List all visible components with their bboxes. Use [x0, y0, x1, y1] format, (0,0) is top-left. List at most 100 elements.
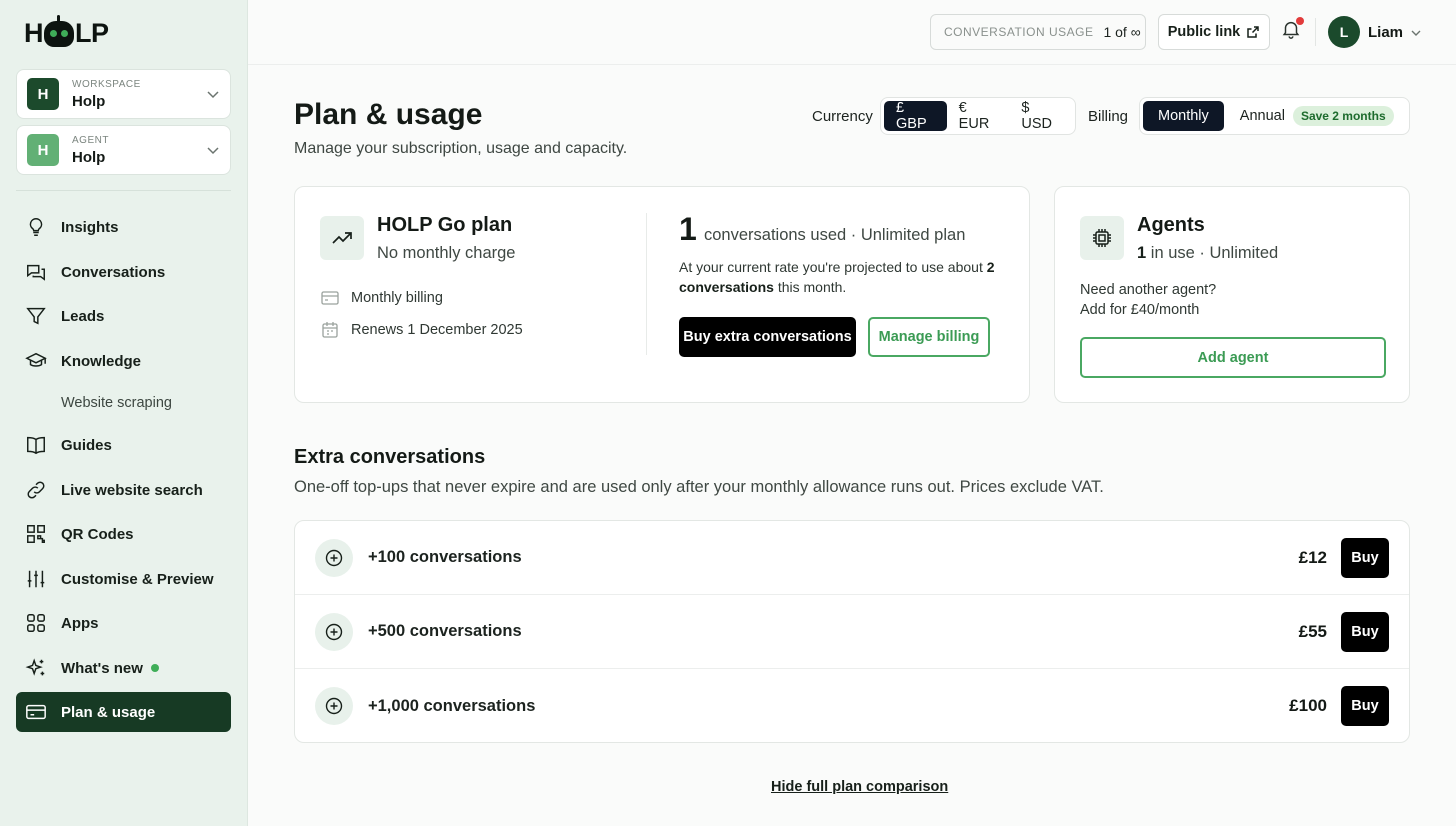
- sidebar-item-conversations[interactable]: Conversations: [16, 252, 231, 292]
- save-badge: Save 2 months: [1292, 106, 1394, 126]
- need-another-agent: Need another agent?: [1080, 282, 1217, 298]
- qr-code-icon: [27, 525, 45, 543]
- chevron-down-icon: [207, 91, 219, 99]
- billing-option-monthly[interactable]: Monthly: [1143, 101, 1224, 131]
- usage-projection: At your current rate you're projected to…: [679, 259, 995, 295]
- sidebar-item-apps[interactable]: Apps: [16, 603, 231, 643]
- buy-button[interactable]: Buy: [1341, 686, 1389, 726]
- list-item: +100 conversations £12 Buy: [295, 521, 1409, 595]
- topbar-divider: [1315, 18, 1316, 46]
- user-name[interactable]: Liam: [1368, 24, 1403, 41]
- sidebar-item-qr-codes[interactable]: QR Codes: [16, 514, 231, 554]
- add-agent-button[interactable]: Add agent: [1080, 337, 1386, 378]
- extra-conversations-title: Extra conversations: [294, 446, 486, 468]
- agents-count: 1: [1137, 244, 1147, 262]
- currency-toggle: £ GBP € EUR $ USD: [880, 97, 1076, 135]
- sidebar-item-label: What's new: [61, 659, 143, 677]
- graduation-cap-icon: [25, 352, 47, 367]
- agent-caption: AGENT: [72, 134, 109, 146]
- sidebar-item-website-scraping[interactable]: Website scraping: [16, 383, 231, 423]
- chat-bubbles-icon: [27, 264, 45, 281]
- chip-icon: [1093, 229, 1111, 247]
- card-divider: [646, 213, 647, 355]
- list-item: +1,000 conversations £100 Buy: [295, 669, 1409, 742]
- lightbulb-icon: [29, 218, 43, 236]
- credit-card-icon: [321, 291, 339, 305]
- billing-option-annual[interactable]: Annual Save 2 months: [1224, 101, 1394, 131]
- agent-selector[interactable]: H AGENT Holp: [16, 125, 231, 175]
- sparkles-icon: [25, 658, 45, 676]
- sidebar-item-live-website-search[interactable]: Live website search: [16, 470, 231, 510]
- plan-title: HOLP Go plan: [377, 214, 513, 236]
- notifications-button[interactable]: [1280, 17, 1304, 42]
- funnel-icon: [26, 307, 46, 325]
- sidebar-item-plan-usage[interactable]: Plan & usage: [16, 692, 231, 732]
- currency-option-gbp[interactable]: £ GBP: [884, 100, 947, 132]
- sidebar-item-knowledge[interactable]: Knowledge: [16, 341, 231, 381]
- pack-price: £55: [1298, 621, 1327, 641]
- usage-value: 1 of ∞: [1103, 24, 1141, 40]
- renewal-row: Renews 1 December 2025: [320, 320, 523, 340]
- currency-option-usd[interactable]: $ USD: [1009, 100, 1072, 132]
- external-link-icon: [1247, 26, 1259, 38]
- sidebar-item-leads[interactable]: Leads: [16, 296, 231, 336]
- holp-logo[interactable]: H LP: [24, 14, 109, 49]
- sidebar-item-whats-new[interactable]: What's new: [16, 648, 231, 688]
- agents-status: 1 in use · Unlimited: [1137, 244, 1279, 262]
- workspace-selector[interactable]: H WORKSPACE Holp: [16, 69, 231, 119]
- pack-name: +1,000 conversations: [368, 696, 536, 715]
- add-agent-price: Add for £40/month: [1080, 302, 1200, 318]
- agent-avatar: H: [27, 134, 59, 166]
- workspace-avatar: H: [27, 78, 59, 110]
- sidebar-item-guides[interactable]: Guides: [16, 425, 231, 465]
- billing-cycle-row: Monthly billing: [320, 288, 443, 308]
- extra-conversations-subtitle: One-off top-ups that never expire and ar…: [294, 478, 1104, 496]
- list-item: +500 conversations £55 Buy: [295, 595, 1409, 669]
- notification-badge: [1296, 17, 1304, 25]
- sidebar-item-label: Plan & usage: [61, 703, 156, 721]
- conversation-usage-chip[interactable]: CONVERSATION USAGE 1 of ∞: [930, 14, 1146, 50]
- page-title: Plan & usage: [294, 98, 483, 131]
- sidebar-item-label: Leads: [61, 307, 105, 325]
- hide-plan-comparison-link[interactable]: Hide full plan comparison: [771, 779, 948, 795]
- billing-toggle: Monthly Annual Save 2 months: [1139, 97, 1410, 135]
- annual-label: Annual: [1239, 108, 1285, 124]
- currency-option-eur[interactable]: € EUR: [947, 100, 1010, 132]
- buy-button[interactable]: Buy: [1341, 537, 1389, 578]
- sidebar-item-label: Live website search: [61, 481, 203, 499]
- sidebar-item-label: QR Codes: [61, 525, 134, 543]
- plus-circle-icon: [315, 687, 353, 725]
- sidebar-item-label: Customise & Preview: [61, 570, 214, 588]
- sliders-icon: [27, 570, 45, 588]
- buy-button[interactable]: Buy: [1341, 611, 1389, 652]
- logo-text-right: LP: [75, 18, 109, 48]
- sidebar-item-label: Website scraping: [61, 395, 172, 411]
- calendar-icon: [322, 322, 338, 338]
- sidebar-item-label: Conversations: [61, 263, 166, 281]
- book-icon: [27, 436, 45, 455]
- logo-text-left: H: [24, 18, 44, 48]
- workspace-caption: WORKSPACE: [72, 78, 141, 90]
- plus-circle-icon: [315, 612, 353, 651]
- credit-card-icon: [26, 704, 46, 720]
- pack-price: £12: [1298, 547, 1327, 567]
- billing-label: Billing: [1088, 108, 1129, 125]
- sidebar-item-customise-preview[interactable]: Customise & Preview: [16, 559, 231, 599]
- sidebar-item-label: Insights: [61, 218, 119, 236]
- currency-label: Currency: [812, 108, 873, 125]
- sidebar-divider: [16, 190, 231, 191]
- sidebar-item-insights[interactable]: Insights: [16, 207, 231, 247]
- billing-cycle: Monthly billing: [351, 290, 443, 306]
- top-bar: CONVERSATION USAGE 1 of ∞ Public link L …: [248, 0, 1456, 65]
- user-avatar[interactable]: L: [1328, 16, 1360, 48]
- logo-robot-icon: [44, 14, 74, 47]
- chevron-down-icon[interactable]: [1410, 27, 1422, 39]
- buy-extra-conversations-button[interactable]: Buy extra conversations: [679, 317, 856, 357]
- usage-label: CONVERSATION USAGE: [944, 25, 1094, 39]
- workspace-name: Holp: [72, 92, 106, 110]
- plan-subtitle: No monthly charge: [377, 244, 516, 262]
- public-link-button[interactable]: Public link: [1158, 14, 1270, 50]
- manage-billing-button[interactable]: Manage billing: [868, 317, 990, 357]
- trending-up-icon: [332, 232, 352, 244]
- conversations-used-count: 1: [679, 211, 697, 247]
